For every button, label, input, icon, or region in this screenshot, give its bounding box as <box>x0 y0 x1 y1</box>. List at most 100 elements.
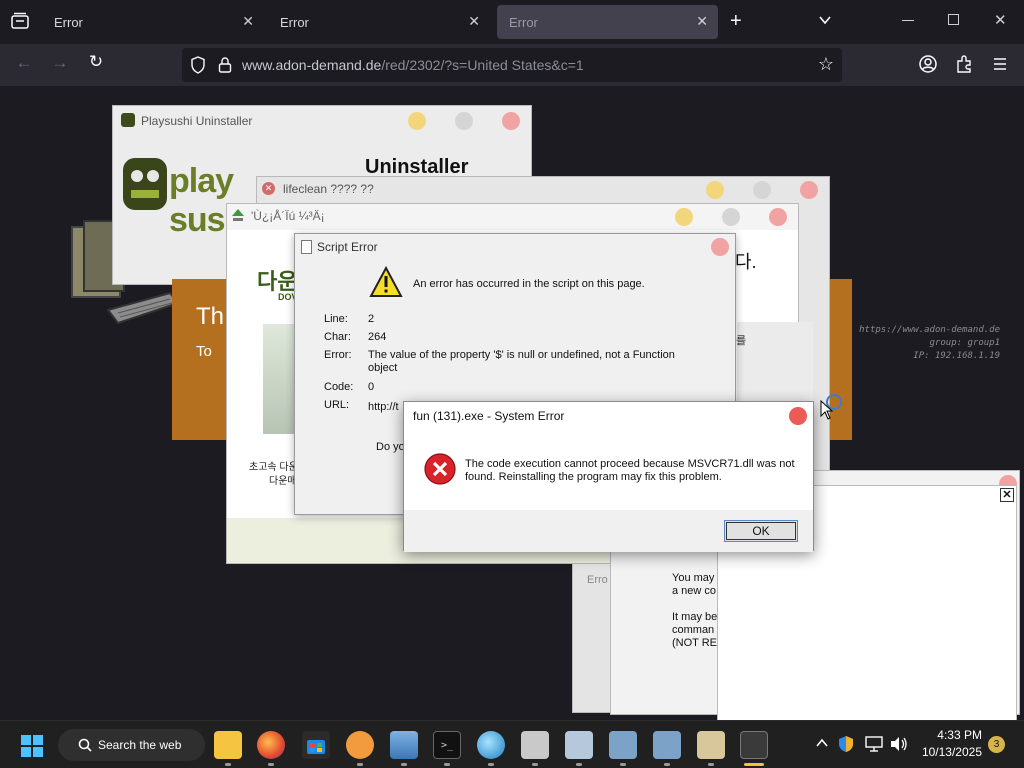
forward-icon[interactable]: → <box>49 53 71 73</box>
menu-icon[interactable] <box>992 56 1008 75</box>
code-value: 0 <box>368 381 375 393</box>
cmd-text-3: It may be <box>672 611 718 623</box>
field-label: Error: <box>324 349 352 361</box>
close-light[interactable] <box>502 112 520 130</box>
app-icon-gray-1[interactable] <box>521 731 549 759</box>
navigation-bar: ← → ↻ www.adon-demand.de/red/2302/?s=Uni… <box>0 44 1024 86</box>
search-label: Search the web <box>98 738 182 752</box>
window-title: 'Ù¿¡Å´Ïú ¼³Ä¡ <box>251 209 325 223</box>
firefox-icon[interactable] <box>257 731 285 759</box>
close-icon[interactable]: ✕ <box>242 13 254 30</box>
url-value: http://t <box>368 401 399 413</box>
mouse-cursor <box>820 399 834 423</box>
running-indicator <box>576 763 582 766</box>
script-question: Do yo <box>376 441 405 453</box>
lock-icon[interactable] <box>218 56 232 77</box>
tab-error-2[interactable]: Error ✕ <box>268 5 490 39</box>
running-indicator <box>444 763 450 766</box>
search-box[interactable]: Search the web <box>58 729 205 761</box>
watermark-group: group: group1 <box>929 338 1000 348</box>
minimize-icon[interactable] <box>902 20 914 21</box>
tab-title: Error <box>280 14 309 30</box>
running-indicator <box>532 763 538 766</box>
globe-icon[interactable] <box>477 731 505 759</box>
watermark-url: https://www.adon-demand.de <box>859 325 1000 335</box>
back-icon[interactable]: ← <box>13 53 35 73</box>
url-bar[interactable]: www.adon-demand.de/red/2302/?s=United St… <box>182 48 842 82</box>
network-icon[interactable] <box>865 736 883 755</box>
gray-panel-text: 를 <box>736 335 747 347</box>
running-indicator <box>620 763 626 766</box>
app-icon-gray-2[interactable] <box>565 731 593 759</box>
zoom-light[interactable] <box>455 112 473 130</box>
url-path: /red/2302/?s=United States&c=1 <box>381 57 584 73</box>
tab-title: Error <box>509 14 538 30</box>
close-icon[interactable]: ✕ <box>1000 488 1014 502</box>
zoom-light[interactable] <box>753 181 771 199</box>
minimize-light[interactable] <box>706 181 724 199</box>
close-light[interactable] <box>711 238 729 256</box>
url-host: www.adon-demand.de <box>242 57 382 73</box>
file-explorer-icon[interactable] <box>214 731 242 759</box>
star-icon[interactable]: ☆ <box>818 54 834 75</box>
ok-button[interactable]: OK <box>724 520 798 542</box>
cmd-text-5: (NOT RE <box>672 637 718 649</box>
extensions-icon[interactable] <box>955 54 973 77</box>
security-shield-icon[interactable] <box>838 735 854 756</box>
zoom-light[interactable] <box>722 208 740 226</box>
window-title: Playsushi Uninstaller <box>141 114 253 128</box>
cmd-text-1: You may <box>672 572 715 584</box>
minimize-light[interactable] <box>408 112 426 130</box>
new-tab-icon[interactable]: + <box>730 10 742 33</box>
field-label: URL: <box>324 399 350 411</box>
dialog-title: fun (131).exe - System Error <box>413 409 565 423</box>
dialog-title: Script Error <box>317 240 378 254</box>
photos-icon[interactable] <box>390 731 418 759</box>
setup-icon-2[interactable] <box>653 731 681 759</box>
tab-error-3[interactable]: Error ✕ <box>497 5 718 39</box>
dialog-footer: OK <box>404 510 813 552</box>
running-indicator <box>708 763 714 766</box>
reload-icon[interactable]: ↻ <box>85 52 107 72</box>
terminal-icon[interactable]: >_ <box>433 731 461 759</box>
close-window-icon[interactable]: ✕ <box>994 11 1007 29</box>
notification-badge[interactable]: 3 <box>988 736 1005 753</box>
store-icon[interactable] <box>302 731 330 759</box>
close-icon[interactable]: ✕ <box>696 13 708 30</box>
document-icon <box>301 240 312 254</box>
account-icon[interactable] <box>918 54 938 77</box>
restore-icon[interactable] <box>948 14 959 25</box>
running-indicator <box>664 763 670 766</box>
tab-title: Error <box>54 14 83 30</box>
error-value: The value of the property '$' is null or… <box>368 349 675 374</box>
close-light[interactable] <box>769 208 787 226</box>
chevron-up-icon[interactable] <box>815 737 829 752</box>
volume-icon[interactable] <box>890 736 908 755</box>
search-icon <box>78 738 92 752</box>
shield-icon[interactable] <box>190 56 206 77</box>
warning-icon <box>369 265 403 301</box>
running-indicator <box>357 763 363 766</box>
chevron-down-icon[interactable] <box>817 12 833 31</box>
watermark: https://www.adon-demand.de group: group1… <box>845 324 1000 363</box>
tab-bar: Error ✕ Error ✕ Error ✕ + ✕ <box>0 0 1024 44</box>
close-light[interactable] <box>800 181 818 199</box>
setup-icon-1[interactable] <box>609 731 637 759</box>
error-icon: ✕ <box>262 182 275 195</box>
clock-time[interactable]: 4:33 PM <box>922 728 982 742</box>
installer-side-text: 다. <box>735 252 757 272</box>
cmd-text-2: a new co <box>672 585 717 597</box>
running-indicator <box>268 763 274 766</box>
start-icon[interactable] <box>20 734 44 761</box>
tab-error-1[interactable]: Error ✕ <box>42 5 264 39</box>
close-icon[interactable]: ✕ <box>468 13 480 30</box>
app-icon-beige[interactable] <box>697 731 725 759</box>
running-indicator <box>488 763 494 766</box>
minimize-light[interactable] <box>675 208 693 226</box>
tab-list-icon[interactable] <box>10 12 30 30</box>
active-indicator <box>744 763 764 766</box>
app-icon-orange[interactable] <box>346 731 374 759</box>
app-icon-active[interactable] <box>740 731 768 759</box>
clock-date[interactable]: 10/13/2025 <box>912 745 982 759</box>
close-light[interactable] <box>789 407 807 425</box>
